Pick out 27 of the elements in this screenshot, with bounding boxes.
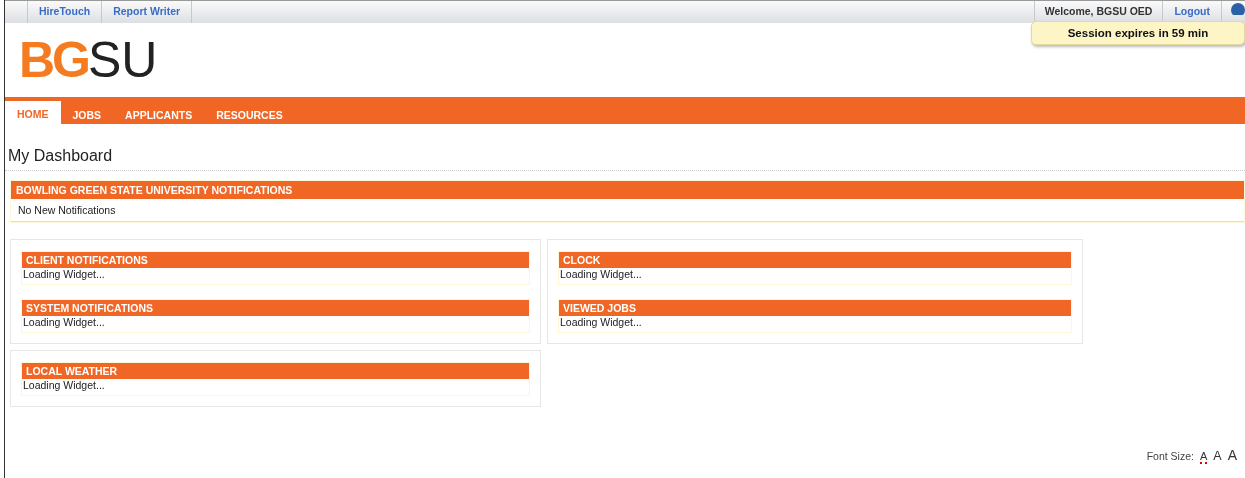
widget-header: LOCAL WEATHER — [22, 363, 529, 379]
logo-text: BG — [19, 32, 88, 88]
loading-text: Loading Widget... — [22, 379, 106, 393]
nav-tab[interactable]: RESOURCES — [204, 104, 295, 124]
help-icon[interactable] — [1231, 3, 1245, 15]
widget-header: VIEWED JOBS — [559, 300, 1071, 316]
page-title: My Dashboard — [5, 124, 1245, 171]
loading-text: Loading Widget... — [559, 268, 643, 282]
nav-tab[interactable]: HOME — [5, 101, 61, 124]
widget-header: SYSTEM NOTIFICATIONS — [22, 300, 529, 316]
notification-text: No New Notifications — [11, 199, 1244, 222]
loading-text: Loading Widget... — [22, 268, 106, 282]
nav-tab[interactable]: JOBS — [60, 104, 114, 124]
font-size-option[interactable]: A — [1199, 450, 1208, 464]
widget-header: CLIENT NOTIFICATIONS — [22, 252, 529, 268]
logo-text: SU — [88, 32, 158, 88]
loading-text: Loading Widget... — [559, 316, 643, 330]
panel-header: BOWLING GREEN STATE UNIVERSITY NOTIFICATIONS — [11, 181, 1244, 199]
nav-tab[interactable]: APPLICANTS — [113, 104, 205, 124]
font-size-label: Font Size: — [1146, 450, 1194, 462]
loading-text: Loading Widget... — [22, 316, 106, 330]
top-link[interactable]: HireTouch — [27, 1, 103, 23]
widget-header: CLOCK — [559, 252, 1071, 268]
font-size-option[interactable]: A — [1213, 449, 1222, 463]
top-link[interactable]: Report Writer — [102, 1, 193, 23]
font-size-option[interactable]: A — [1227, 447, 1237, 463]
session-notice: Session expires in 59 min — [1031, 21, 1245, 45]
